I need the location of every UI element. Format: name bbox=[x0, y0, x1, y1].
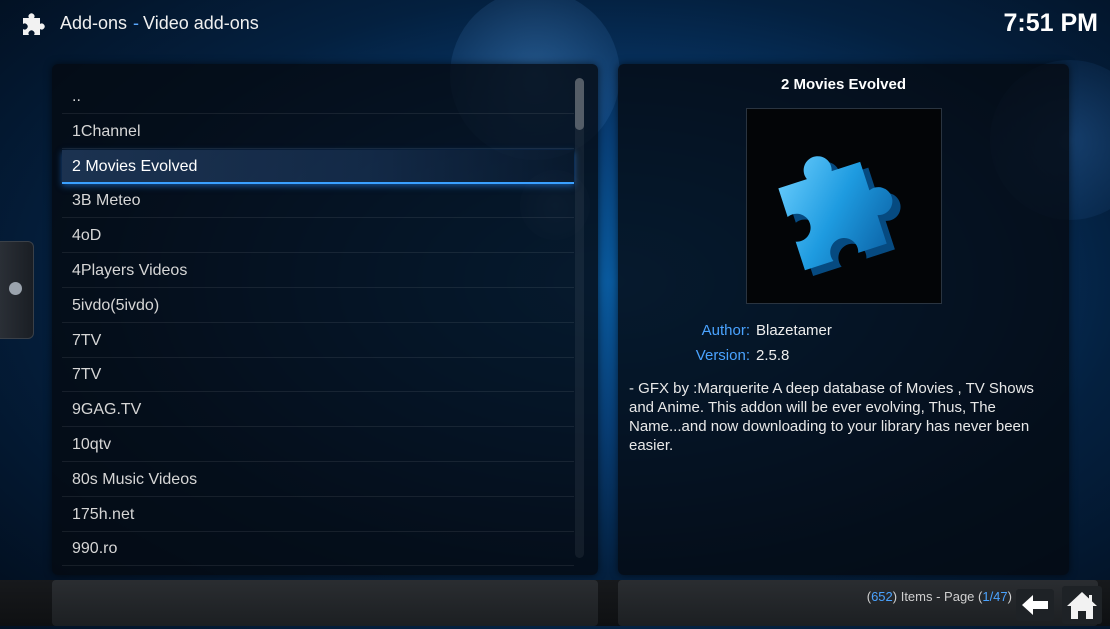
list-item[interactable]: 990.ro bbox=[62, 532, 574, 567]
side-menu-arrow-icon bbox=[9, 282, 22, 295]
breadcrumb-separator: - bbox=[133, 13, 140, 33]
footer-left-pill bbox=[52, 580, 598, 626]
addons-puzzle-icon bbox=[20, 10, 48, 38]
breadcrumb: Add-ons - Video add-ons bbox=[60, 13, 259, 34]
breadcrumb-subsection: Video add-ons bbox=[143, 13, 259, 33]
addon-description: - GFX by :Marquerite A deep database of … bbox=[629, 380, 1034, 454]
addon-list-panel: .. 1Channel 2 Movies Evolved 3B Meteo 4oD 4Pl… bbox=[52, 64, 598, 575]
author-value: Blazetamer bbox=[756, 322, 832, 339]
puzzle-piece-icon bbox=[778, 156, 901, 276]
addon-thumbnail bbox=[746, 108, 942, 304]
author-label: Author: bbox=[701, 322, 750, 339]
list-scrollbar[interactable] bbox=[575, 78, 584, 558]
list-item[interactable]: 5ivdo(5ivdo) bbox=[62, 289, 574, 323]
item-count-status: (652) Items - Page (1/47) bbox=[867, 589, 1012, 604]
home-button[interactable] bbox=[1062, 586, 1102, 624]
version-row: Version: 2.5.8 bbox=[618, 347, 1069, 367]
list-item[interactable]: 9GAG.TV bbox=[62, 393, 574, 428]
breadcrumb-section[interactable]: Add-ons bbox=[60, 13, 127, 33]
list-item[interactable]: 175h.net bbox=[62, 498, 574, 532]
scrollbar-thumb[interactable] bbox=[575, 78, 584, 130]
list-item[interactable]: 4oD bbox=[62, 219, 574, 254]
home-icon bbox=[1067, 592, 1097, 619]
back-button[interactable] bbox=[1016, 589, 1054, 621]
version-label: Version: bbox=[695, 347, 750, 364]
list-item[interactable]: 1Channel bbox=[62, 115, 574, 149]
page-close: ) bbox=[1007, 589, 1012, 604]
list-item[interactable]: 3B Meteo bbox=[62, 184, 574, 219]
list-item[interactable]: 10qtv bbox=[62, 428, 574, 462]
author-row: Author: Blazetamer bbox=[618, 322, 1069, 342]
list-item[interactable]: .. bbox=[62, 80, 574, 114]
clock: 7:51 PM bbox=[1003, 9, 1098, 37]
addon-info-panel: 2 Movies Evolved Author: Blazetamer Vers… bbox=[618, 64, 1069, 575]
back-arrow-icon bbox=[1022, 595, 1048, 615]
count-text: ) Items - Page ( bbox=[892, 589, 983, 604]
list-item[interactable]: 7TV bbox=[62, 358, 574, 393]
side-menu-tab[interactable] bbox=[0, 241, 34, 339]
list-item[interactable]: 80s Music Videos bbox=[62, 463, 574, 497]
list-item[interactable]: 4Players Videos bbox=[62, 254, 574, 288]
addon-title: 2 Movies Evolved bbox=[780, 76, 907, 93]
page-number: 1/47 bbox=[982, 589, 1008, 604]
top-bar: Add-ons - Video add-ons 7:51 PM bbox=[0, 0, 1110, 50]
item-count: 652 bbox=[871, 589, 893, 604]
version-value: 2.5.8 bbox=[756, 347, 790, 364]
list-item[interactable]: 7TV bbox=[62, 324, 574, 358]
list-item-selected[interactable]: 2 Movies Evolved bbox=[62, 149, 574, 184]
